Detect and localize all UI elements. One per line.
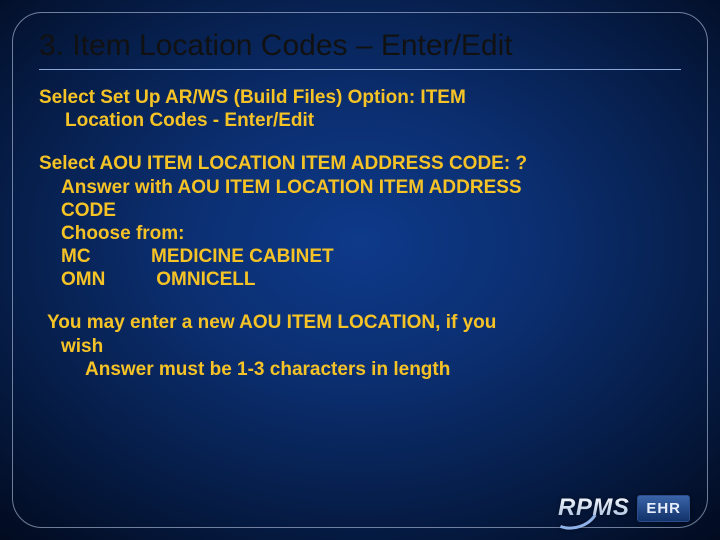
block2-choose: Choose from: [39,222,681,245]
code-row: MCMEDICINE CABINET [61,245,681,268]
code-label: MEDICINE CABINET [151,246,334,267]
slide-title: 3. Item Location Codes – Enter/Edit [39,29,681,63]
block1-line1: Select Set Up AR/WS (Build Files) Option… [39,87,466,108]
code-row: OMN OMNICELL [61,268,681,291]
block3-line1: You may enter a new AOU ITEM LOCATION, i… [47,312,496,333]
rpms-logo: RPMS [552,494,629,522]
block2-answer1: Answer with AOU ITEM LOCATION ITEM ADDRE… [39,176,681,199]
code-list: MCMEDICINE CABINET OMN OMNICELL [39,245,681,291]
block3-line3: Answer must be 1-3 characters in length [47,358,681,381]
instruction-block-3: You may enter a new AOU ITEM LOCATION, i… [39,311,681,381]
ehr-badge: EHR [637,495,690,522]
code-value: MC [61,245,151,268]
instruction-block-2: Select AOU ITEM LOCATION ITEM ADDRESS CO… [39,152,681,291]
block2-prompt: Select AOU ITEM LOCATION ITEM ADDRESS CO… [39,153,527,174]
instruction-block-1: Select Set Up AR/WS (Build Files) Option… [39,86,681,132]
block2-answer2: CODE [39,199,681,222]
block3-line2: wish [47,335,681,358]
block1-line2: Location Codes - Enter/Edit [39,109,681,132]
title-rule [39,69,681,70]
slide-frame: 3. Item Location Codes – Enter/Edit Sele… [12,12,708,528]
footer-logo: RPMS EHR [552,494,690,522]
code-label: OMNICELL [151,269,256,290]
slide: 3. Item Location Codes – Enter/Edit Sele… [0,0,720,540]
code-value: OMN [61,268,151,291]
